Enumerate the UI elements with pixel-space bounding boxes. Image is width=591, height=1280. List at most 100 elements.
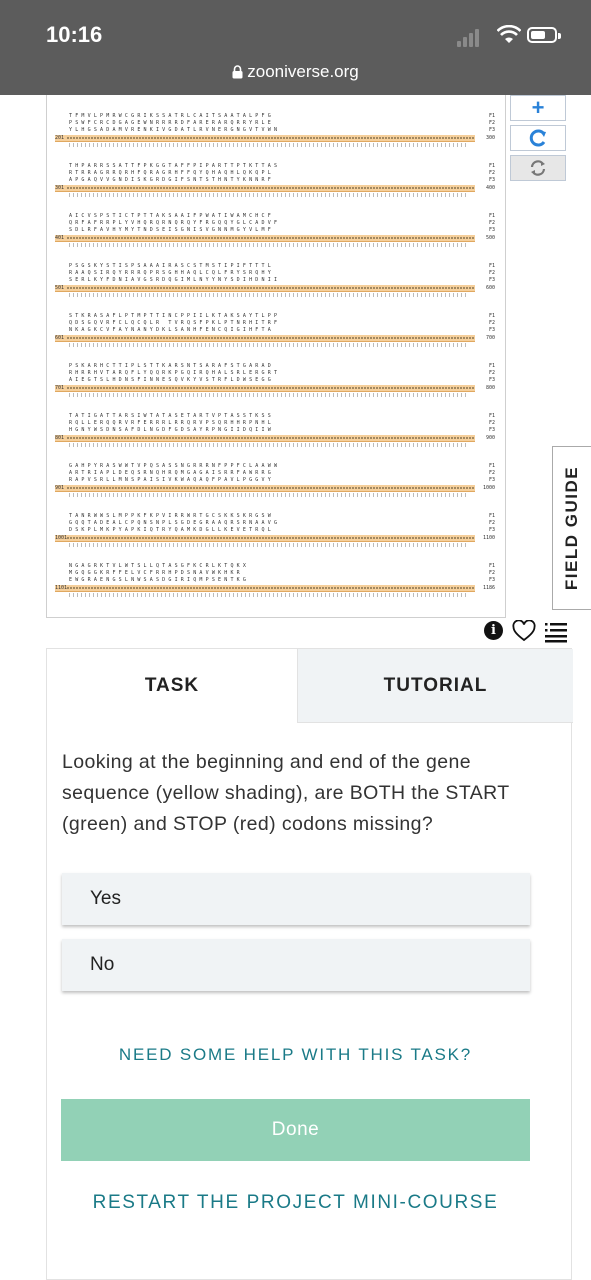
- amino-acid-row: APGAQVVGNDISKGRDGIFSNTSTHNTYKNNRF: [69, 177, 274, 183]
- position-end-label: 800: [485, 385, 495, 391]
- amino-acid-row: RTRRAGRRQRHFQRAGRHFFQYQHAQHLQKQPL: [69, 170, 274, 176]
- position-label: 301: [55, 185, 65, 191]
- position-end-label: 1000: [482, 485, 495, 491]
- nucleotide-row: [55, 185, 475, 192]
- sequence-block: STKRASAFLPTMPTTINCPPIILKTAKSAYTLPP F1 QDSG…: [55, 313, 495, 361]
- nucleotide-row: [55, 135, 475, 142]
- amino-acid-row: EWGRAENGSLNWSASDGIRIQMPSENTKG: [69, 577, 250, 583]
- signal-bar-icon: [475, 29, 479, 47]
- help-link[interactable]: NEED SOME HELP WITH THIS TASK?: [0, 1045, 591, 1065]
- amino-acid-row: PSKARHCTTIPLSTTKARSNTSARAFSTGARAD: [69, 363, 274, 369]
- frame-label: F2: [488, 220, 495, 226]
- sequence-ruler: [69, 493, 469, 497]
- amino-acid-row: QDSGQVRFCLQCQLR TVRQSFPKLPTNRHITRF: [69, 320, 281, 326]
- nucleotide-row: [55, 585, 475, 592]
- position-end-label: 900: [485, 435, 495, 441]
- amino-acid-row: ARTRIAPLDEQSRNQHRQMGAGAISRRFAWRRG: [69, 470, 274, 476]
- plus-icon: +: [531, 95, 545, 120]
- nucleotide-row: [55, 435, 475, 442]
- amino-acid-row: PSWFCRCDGAGEWNRRRRDFARERARQRRYRLE: [69, 120, 274, 126]
- position-label: 801: [55, 435, 65, 441]
- sequence-block: AICVSPSTICTPTTAKSAAIFPWATIWAMCHCF F1 QRFAF…: [55, 213, 495, 261]
- sequence-ruler: [69, 343, 469, 347]
- signal-bar-icon: [457, 41, 461, 47]
- amino-acid-row: NGAGRKTVLWTSLLQTASGFKCRLKTQKX: [69, 563, 250, 569]
- amino-acid-row: RQLLERQQRVRFERRRLRRQRVPSQRHHRPNHL: [69, 420, 274, 426]
- position-label: 901: [55, 485, 65, 491]
- amino-acid-row: TATIGATTARSIWTATASETARTVPTASSTKSS: [69, 413, 274, 419]
- frame-label: F1: [488, 413, 495, 419]
- frame-label: F2: [488, 170, 495, 176]
- tab-task[interactable]: TASK: [47, 649, 297, 723]
- frame-label: F2: [488, 320, 495, 326]
- zoom-in-button[interactable]: +: [510, 95, 566, 121]
- field-guide-label: FIELD GUIDE: [562, 465, 581, 591]
- sequence-ruler: [69, 193, 469, 197]
- sequence-block: PSKARHCTTIPLSTTKARSNTSARAFSTGARAD F1 RHRRH…: [55, 363, 495, 411]
- sequence-block: GAHPYRASWWTVPQSASSNGRRRNFPPFCLAAWW F1 ARTR…: [55, 463, 495, 511]
- nucleotide-row: [55, 235, 475, 242]
- position-end-label: 500: [485, 235, 495, 241]
- frame-label: F2: [488, 570, 495, 576]
- position-label: 401: [55, 235, 65, 241]
- wifi-icon: [497, 25, 521, 43]
- rotate-icon: [530, 160, 546, 176]
- url-bar[interactable]: zooniverse.org: [0, 62, 591, 82]
- lock-icon: [232, 65, 243, 79]
- amino-acid-row: SERLKYFDNIAVGSRDQGIMLNYYNYSDIHDNII: [69, 277, 281, 283]
- reset-view-button[interactable]: [510, 125, 566, 151]
- sequence-ruler: [69, 593, 469, 597]
- field-guide-button[interactable]: FIELD GUIDE: [552, 446, 591, 610]
- sequence-block: TATIGATTARSIWTATASETARTVPTASSTKSS F1 RQLLE…: [55, 413, 495, 461]
- answer-no-button[interactable]: No: [62, 939, 530, 991]
- tab-tutorial[interactable]: TUTORIAL: [297, 649, 573, 723]
- amino-acid-row: PSGSKYSTISPSAAAIRASCSTMSTIPIFTTTL: [69, 263, 274, 269]
- collections-icon[interactable]: [544, 621, 568, 643]
- amino-acid-row: THPARRSSATTFPKGGTAFFPIPARTTPTKTTAS: [69, 163, 281, 169]
- frame-label: F3: [488, 227, 495, 233]
- viewer-toolbar: +: [508, 95, 570, 185]
- amino-acid-row: TFMVLPMRWCGRIKSSATRLCAITSAATALPFG: [69, 113, 274, 119]
- nucleotide-row: [55, 485, 475, 492]
- frame-label: F1: [488, 263, 495, 269]
- amino-acid-row: HGNYWSDNSAFDLNGDFGDSAYRPNGIIDQIIW: [69, 427, 274, 433]
- frame-label: F1: [488, 513, 495, 519]
- battery-nub: [558, 33, 561, 39]
- position-end-label: 300: [485, 135, 495, 141]
- rotate-button[interactable]: [510, 155, 566, 181]
- position-label: 701: [55, 385, 65, 391]
- amino-acid-row: RAAQSIRQYRRRQPRSGHHAQLCQLFRYSRQHY: [69, 270, 274, 276]
- frame-label: F2: [488, 120, 495, 126]
- amino-acid-row: QRFAFRRPLYVHQRQRNQRQYFRGQQYGLCADVF: [69, 220, 281, 226]
- answer-yes-button[interactable]: Yes: [62, 873, 530, 925]
- amino-acid-row: AIEGTSLHDNSFINNESQVKYVSTRFLDWSEGG: [69, 377, 274, 383]
- nucleotide-row: [55, 535, 475, 542]
- position-end-label: 1100: [482, 535, 495, 541]
- position-end-label: 700: [485, 335, 495, 341]
- sequence-block: THPARRSSATTFPKGGTAFFPIPARTTPTKTTAS F1 RTRR…: [55, 163, 495, 211]
- status-icons: [457, 25, 567, 47]
- frame-label: F1: [488, 213, 495, 219]
- position-end-label: 1186: [482, 585, 495, 591]
- frame-label: F2: [488, 370, 495, 376]
- sequence-ruler: [69, 243, 469, 247]
- info-icon[interactable]: i: [484, 621, 503, 640]
- subject-viewer[interactable]: TFMVLPMRWCGRIKSSATRLCAITSAATALPFG F1 PSWFC…: [46, 95, 506, 618]
- battery-icon: [527, 27, 557, 43]
- done-button[interactable]: Done: [61, 1099, 530, 1161]
- restart-course-link[interactable]: RESTART THE PROJECT MINI-COURSE: [0, 1192, 591, 1214]
- sequence-ruler: [69, 393, 469, 397]
- sequence-ruler: [69, 543, 469, 547]
- frame-label: F1: [488, 563, 495, 569]
- frame-label: F1: [488, 163, 495, 169]
- amino-acid-row: STKRASAFLPTMPTTINCPPIILKTAKSAYTLPP: [69, 313, 281, 319]
- amino-acid-row: SDLRFAVHYMYTNDSEISGNISVGNNMGYVLMF: [69, 227, 274, 233]
- amino-acid-row: RAPVSRLLMNSPAISIVKWAQAQFPAVLPGGVY: [69, 477, 274, 483]
- heart-icon[interactable]: [512, 620, 536, 642]
- position-label: 601: [55, 335, 65, 341]
- amino-acid-row: GAHPYRASWWTVPQSASSNGRRRNFPPFCLAAWW: [69, 463, 281, 469]
- sequence-block: NGAGRKTVLWTSLLQTASGFKCRLKTQKX F1 MGQGGKRFF…: [55, 563, 495, 611]
- frame-label: F2: [488, 520, 495, 526]
- position-label: 501: [55, 285, 65, 291]
- position-label: 1001: [55, 535, 68, 541]
